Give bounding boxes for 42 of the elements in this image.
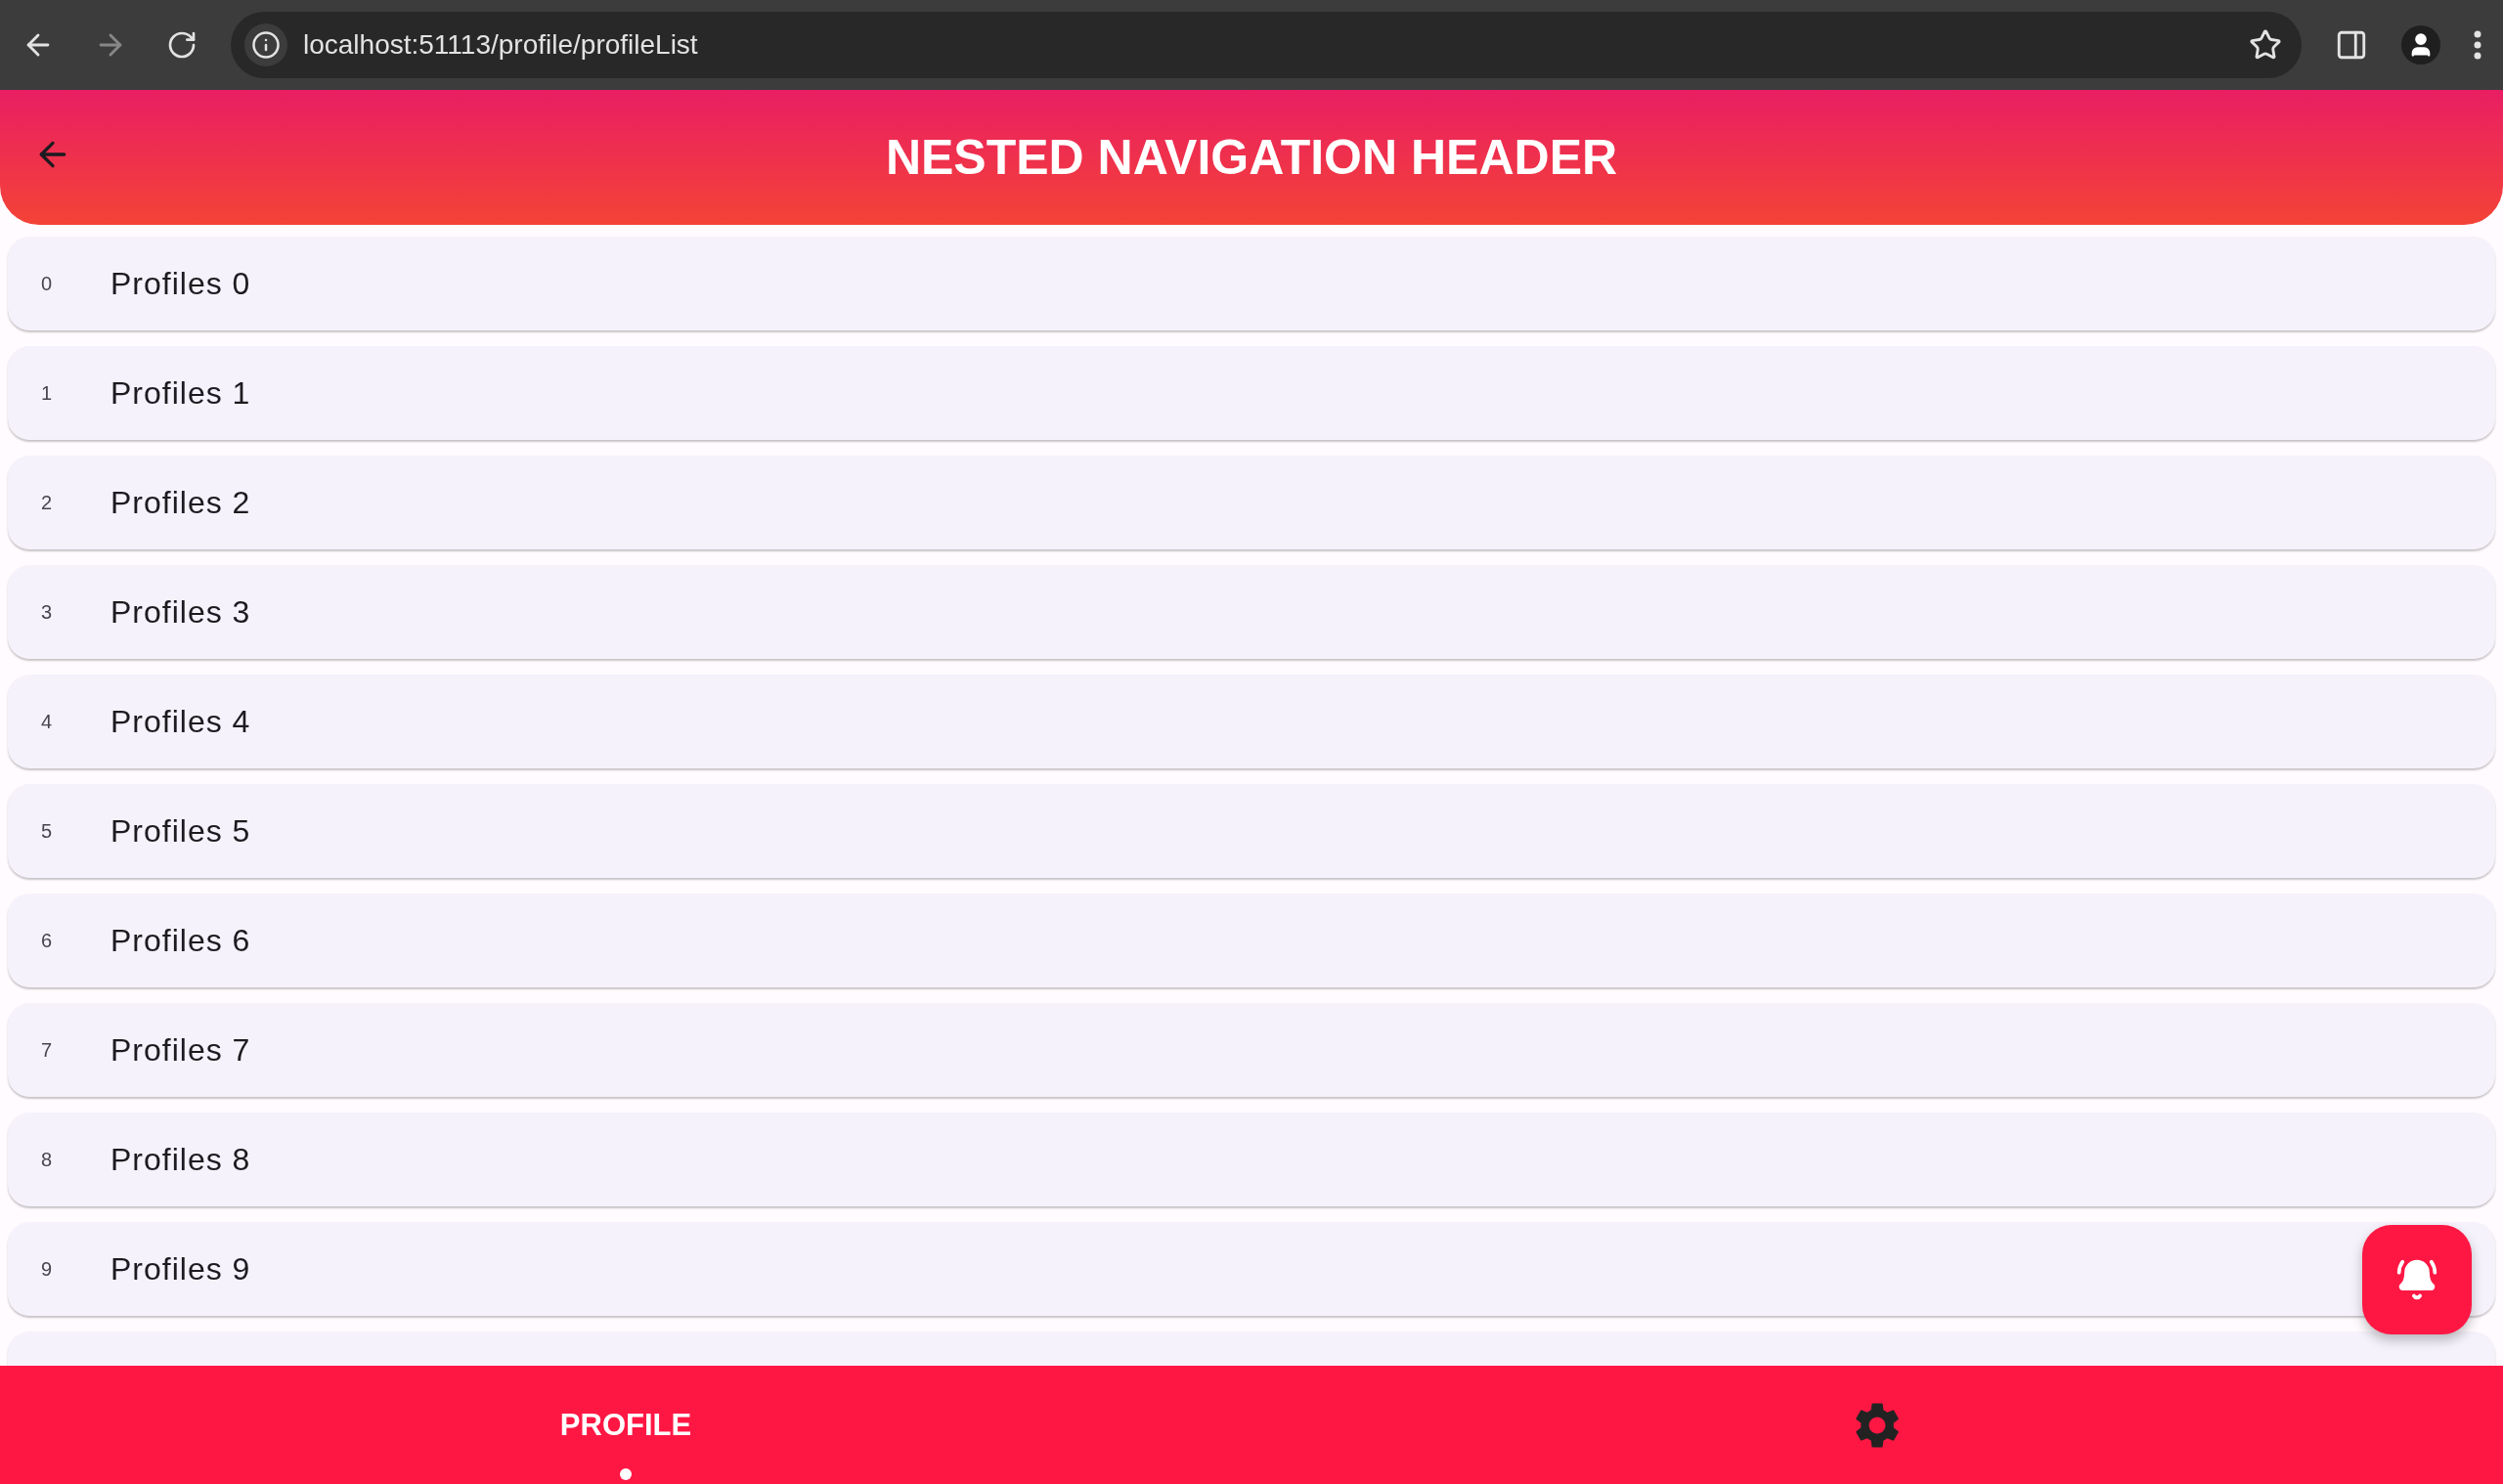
- row-label: Profiles 5: [110, 812, 251, 850]
- row-index: 3: [41, 600, 54, 624]
- list-row[interactable]: 5 Profiles 5: [8, 784, 2495, 878]
- row-index: 6: [41, 929, 54, 952]
- row-label: Profiles 8: [110, 1141, 251, 1178]
- list-row[interactable]: 2 Profiles 2: [8, 456, 2495, 549]
- more-icon: [2474, 30, 2481, 60]
- info-icon[interactable]: [244, 23, 287, 66]
- side-panel-icon: [2335, 28, 2368, 62]
- row-label: Profiles 4: [110, 703, 251, 740]
- row-label: Profiles 2: [110, 484, 251, 521]
- list-row[interactable]: 8 Profiles 8: [8, 1113, 2495, 1206]
- row-index: 9: [41, 1257, 54, 1281]
- row-index: 0: [41, 272, 54, 295]
- list-row[interactable]: 1 Profiles 1: [8, 346, 2495, 440]
- reload-icon: [166, 29, 198, 61]
- row-index: 5: [41, 819, 54, 843]
- list-row[interactable]: 4 Profiles 4: [8, 675, 2495, 768]
- list-row[interactable]: 7 Profiles 7: [8, 1003, 2495, 1097]
- header-title: NESTED NAVIGATION HEADER: [885, 129, 1618, 186]
- list-row[interactable]: 0 Profiles 0: [8, 237, 2495, 330]
- row-index: 4: [41, 710, 54, 733]
- row-label: Profiles 0: [110, 265, 251, 302]
- row-index: 8: [41, 1148, 54, 1171]
- address-bar[interactable]: localhost:51113/profile/profileList: [231, 12, 2302, 78]
- list-row[interactable]: 9 Profiles 9: [8, 1222, 2495, 1316]
- list-row[interactable]: 3 Profiles 3: [8, 565, 2495, 659]
- profile-icon[interactable]: [2401, 25, 2440, 65]
- row-label: Profiles 3: [110, 593, 251, 631]
- nav-tab[interactable]: PROFILE: [0, 1366, 1252, 1484]
- row-label: Profiles 1: [110, 374, 251, 412]
- star-icon[interactable]: [2249, 28, 2282, 62]
- row-label: Profiles 6: [110, 922, 251, 959]
- list-row[interactable]: 6 Profiles 6: [8, 894, 2495, 987]
- row-index: 2: [41, 491, 54, 514]
- notification-button[interactable]: [2362, 1225, 2472, 1334]
- bell-icon: [2395, 1258, 2438, 1301]
- row-index: 1: [41, 381, 54, 405]
- row-label: Profiles 9: [110, 1250, 251, 1288]
- row-label: Profiles 7: [110, 1031, 251, 1069]
- url-text: localhost:51113/profile/profileList: [303, 29, 699, 61]
- row-index: 7: [41, 1038, 54, 1062]
